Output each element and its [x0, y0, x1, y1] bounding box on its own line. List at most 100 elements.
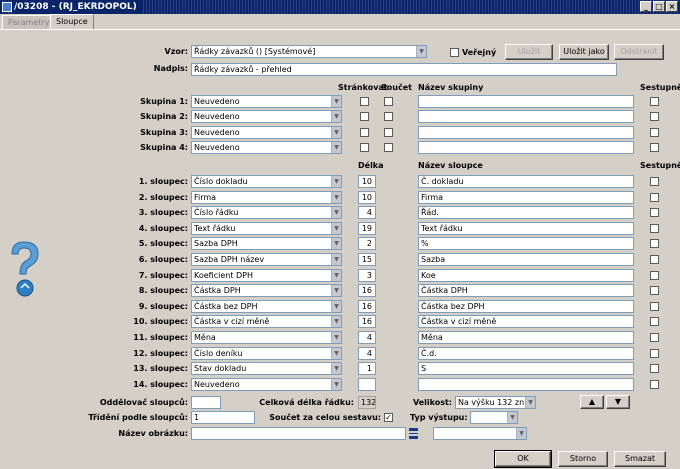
column-select[interactable]: Firma ▼: [191, 190, 342, 204]
chevron-down-icon[interactable]: ▼: [331, 96, 341, 107]
list-icon[interactable]: [409, 428, 418, 439]
column-name-input[interactable]: Měna: [418, 331, 634, 344]
trideni-input[interactable]: 1: [191, 411, 255, 424]
soucet-checkbox[interactable]: [384, 127, 393, 137]
chevron-down-icon[interactable]: ▼: [331, 111, 341, 123]
chevron-down-icon[interactable]: ▼: [331, 176, 341, 187]
column-length-input[interactable]: 4: [358, 346, 376, 360]
column-desc-checkbox[interactable]: [650, 255, 659, 264]
group-select[interactable]: Neuvedeno ▼: [191, 95, 342, 108]
chevron-down-icon[interactable]: ▼: [525, 397, 535, 408]
column-name-input[interactable]: Sazba: [418, 253, 634, 266]
ulozit-jako-button[interactable]: Uložit jako: [559, 44, 609, 60]
column-name-input[interactable]: Koe: [418, 268, 634, 282]
column-select[interactable]: Sazba DPH název ▼: [191, 253, 342, 266]
column-name-input[interactable]: Částka DPH: [418, 284, 634, 298]
column-select[interactable]: Sazba DPH ▼: [191, 237, 342, 251]
column-name-input[interactable]: S: [418, 362, 634, 376]
column-length-input[interactable]: 4: [358, 206, 376, 220]
column-select[interactable]: Koeficient DPH ▼: [191, 268, 342, 282]
column-length-input[interactable]: 16: [358, 284, 376, 298]
group-select[interactable]: Neuvedeno ▼: [191, 140, 342, 154]
strankovat-checkbox[interactable]: [360, 112, 369, 122]
group-name-input[interactable]: [418, 125, 634, 139]
group-desc-checkbox[interactable]: [650, 97, 659, 106]
column-select[interactable]: Měna ▼: [191, 331, 342, 344]
column-desc-checkbox[interactable]: [650, 177, 659, 186]
column-select[interactable]: Stav dokladu ▼: [191, 362, 342, 376]
move-up-button[interactable]: ▲: [580, 395, 604, 409]
group-select[interactable]: Neuvedeno ▼: [191, 125, 342, 139]
column-name-input[interactable]: [418, 377, 634, 391]
group-select[interactable]: Neuvedeno ▼: [191, 110, 342, 124]
column-name-input[interactable]: %: [418, 237, 634, 251]
column-length-input[interactable]: 1: [358, 362, 376, 376]
chevron-down-icon[interactable]: ▼: [331, 254, 341, 265]
column-name-input[interactable]: Text řádku: [418, 221, 634, 235]
tab-sloupce[interactable]: Sloupce: [50, 14, 94, 29]
chevron-down-icon[interactable]: ▼: [416, 46, 426, 57]
column-desc-checkbox[interactable]: [650, 333, 659, 342]
column-name-input[interactable]: Firma: [418, 190, 634, 204]
chevron-down-icon[interactable]: ▼: [331, 126, 341, 138]
soucet-sestava-checkbox[interactable]: ✓: [384, 413, 393, 422]
column-desc-checkbox[interactable]: [650, 239, 659, 249]
column-desc-checkbox[interactable]: [650, 286, 659, 296]
chevron-down-icon[interactable]: ▼: [331, 332, 341, 343]
chevron-down-icon[interactable]: ▼: [331, 141, 341, 153]
column-length-input[interactable]: 10: [358, 175, 376, 188]
column-length-input[interactable]: [358, 377, 376, 391]
column-desc-checkbox[interactable]: [650, 348, 659, 358]
chevron-down-icon[interactable]: ▼: [331, 222, 341, 234]
column-select[interactable]: Částka DPH ▼: [191, 284, 342, 298]
chevron-down-icon[interactable]: ▼: [331, 316, 341, 328]
tab-parametry[interactable]: Parametry: [2, 15, 56, 29]
oddelovac-input[interactable]: [191, 396, 221, 409]
strankovat-checkbox[interactable]: [360, 142, 369, 152]
strankovat-checkbox[interactable]: [360, 97, 369, 106]
group-name-input[interactable]: [418, 110, 634, 124]
group-desc-checkbox[interactable]: [650, 112, 659, 122]
chevron-down-icon[interactable]: ▼: [331, 207, 341, 219]
nadpis-input[interactable]: Řádky závazků - přehled: [191, 63, 617, 76]
ok-button[interactable]: OK: [494, 450, 552, 468]
chevron-down-icon[interactable]: ▼: [516, 428, 526, 439]
odstranit-button[interactable]: Odstranit: [614, 44, 664, 60]
column-name-input[interactable]: Č. dokladu: [418, 175, 634, 188]
column-length-input[interactable]: 16: [358, 315, 376, 329]
chevron-down-icon[interactable]: ▼: [331, 191, 341, 203]
column-desc-checkbox[interactable]: [650, 192, 659, 202]
chevron-down-icon[interactable]: ▼: [331, 238, 341, 250]
column-desc-checkbox[interactable]: [650, 301, 659, 311]
column-length-input[interactable]: 4: [358, 331, 376, 344]
column-desc-checkbox[interactable]: [650, 208, 659, 218]
column-select[interactable]: Neuvedeno ▼: [191, 377, 342, 391]
column-select[interactable]: Částka bez DPH ▼: [191, 299, 342, 313]
minimize-button[interactable]: _: [640, 1, 652, 12]
nazev-obrazku-input[interactable]: [191, 427, 406, 440]
column-select[interactable]: Číslo dokladu ▼: [191, 175, 342, 188]
column-select[interactable]: Číslo řádku ▼: [191, 206, 342, 220]
group-desc-checkbox[interactable]: [650, 127, 659, 137]
column-length-input[interactable]: 10: [358, 190, 376, 204]
column-desc-checkbox[interactable]: [650, 270, 659, 280]
strankovat-checkbox[interactable]: [360, 127, 369, 137]
column-name-input[interactable]: Č.d.: [418, 346, 634, 360]
column-length-input[interactable]: 15: [358, 253, 376, 266]
chevron-down-icon[interactable]: ▼: [331, 378, 341, 390]
vzor-select[interactable]: Řádky závazků () [Systémové] ▼: [191, 45, 427, 58]
smazat-button[interactable]: Smazat: [614, 451, 666, 467]
group-name-input[interactable]: [418, 95, 634, 108]
chevron-down-icon[interactable]: ▼: [331, 363, 341, 375]
typ-vystupu-select[interactable]: ▼: [470, 411, 518, 424]
column-length-input[interactable]: 2: [358, 237, 376, 251]
column-length-input[interactable]: 19: [358, 221, 376, 235]
column-select[interactable]: Částka v cizí měně ▼: [191, 315, 342, 329]
column-desc-checkbox[interactable]: [650, 364, 659, 374]
group-name-input[interactable]: [418, 140, 634, 154]
column-desc-checkbox[interactable]: [650, 379, 659, 389]
chevron-down-icon[interactable]: ▼: [331, 269, 341, 281]
group-desc-checkbox[interactable]: [650, 142, 659, 152]
chevron-down-icon[interactable]: ▼: [331, 347, 341, 359]
close-button[interactable]: ×: [666, 1, 678, 12]
